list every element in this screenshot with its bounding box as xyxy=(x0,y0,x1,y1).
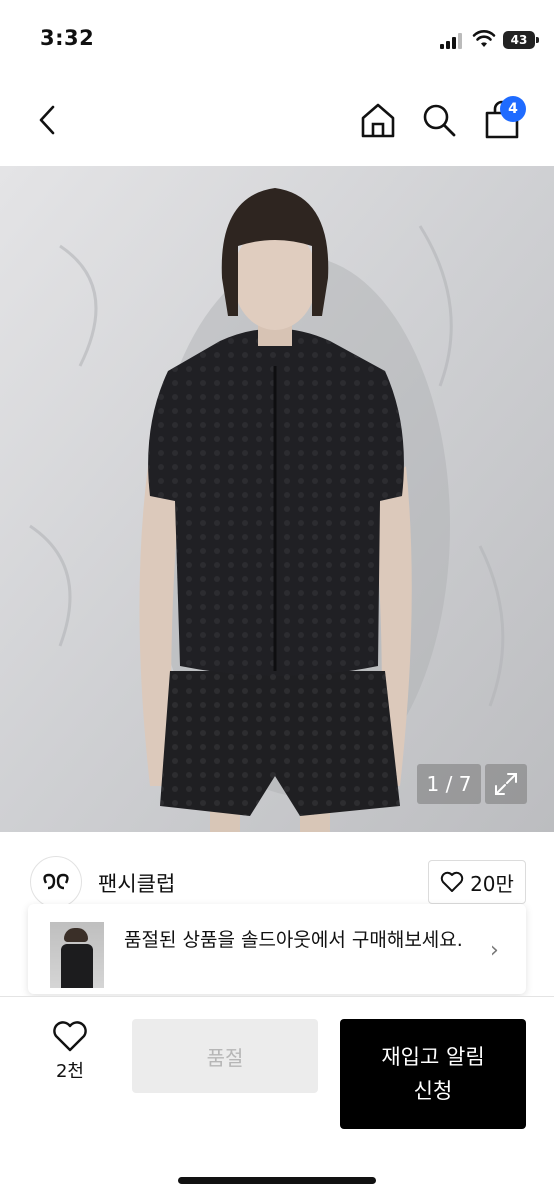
brand-row: 팬시클럽 20만 xyxy=(0,850,554,912)
brand-like-button[interactable]: 20만 xyxy=(428,860,526,904)
bottom-action-bar: 2천 품절 재입고 알림 신청 xyxy=(0,997,554,1200)
wishlist-count: 2천 xyxy=(55,1061,84,1082)
model-photo xyxy=(0,166,554,832)
expand-icon xyxy=(495,773,517,795)
status-time: 3:32 xyxy=(40,26,95,50)
battery-icon: 43 xyxy=(503,31,539,49)
wishlist-button[interactable]: 2천 xyxy=(34,1021,106,1091)
back-button[interactable] xyxy=(26,98,70,142)
signal-icon xyxy=(440,33,464,49)
home-button[interactable] xyxy=(356,98,400,142)
search-button[interactable] xyxy=(417,98,461,142)
soldout-button: 품절 xyxy=(132,1019,318,1093)
home-icon xyxy=(361,103,395,138)
chevron-right-icon: › xyxy=(490,938,499,963)
expand-image-button[interactable] xyxy=(485,764,527,804)
soldout-banner[interactable]: 품절된 상품을 솔드아웃에서 구매해보세요. › xyxy=(28,904,526,994)
banner-thumbnail xyxy=(50,922,104,988)
heart-outline-icon xyxy=(440,871,464,892)
product-image[interactable]: › xyxy=(0,166,554,832)
restock-alert-button[interactable]: 재입고 알림 신청 xyxy=(340,1019,526,1129)
top-navigation xyxy=(0,80,554,166)
home-indicator xyxy=(178,1177,376,1184)
status-bar: 3:32 43 xyxy=(0,0,554,80)
wifi-icon xyxy=(472,30,496,47)
search-icon xyxy=(423,104,456,137)
brand-name[interactable]: 팬시클럽 xyxy=(98,868,175,898)
banner-text: 품절된 상품을 솔드아웃에서 구매해보세요. xyxy=(124,929,463,951)
page-indicator: 1 / 7 xyxy=(417,764,481,804)
back-chevron-icon xyxy=(39,105,55,135)
heart-outline-icon xyxy=(53,1021,87,1052)
brand-like-count: 20만 xyxy=(470,871,514,896)
cart-count-badge: 4 xyxy=(500,96,526,122)
brand-logo-icon[interactable] xyxy=(30,856,82,908)
